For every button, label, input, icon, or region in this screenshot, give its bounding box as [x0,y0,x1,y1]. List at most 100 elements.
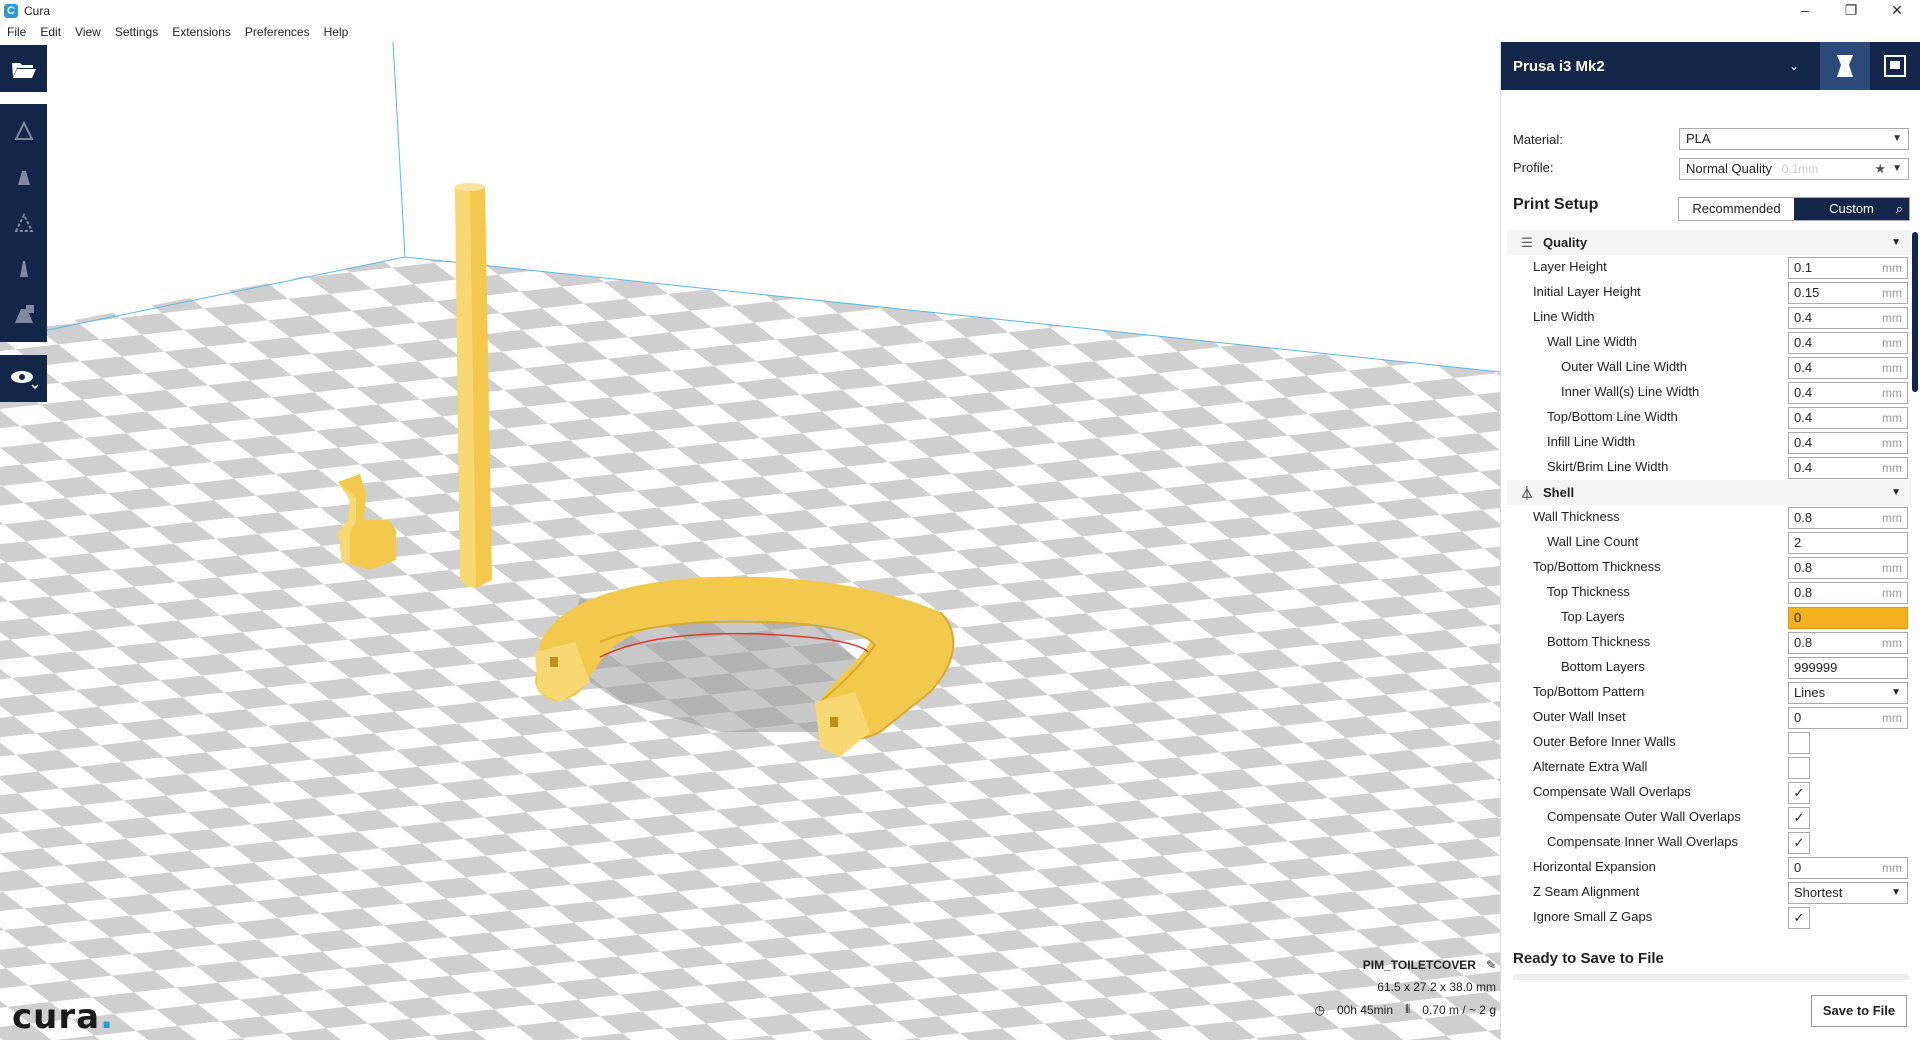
setting-row: Bottom Layers 999999 [1501,655,1911,680]
setting-row: Top Layers 0 [1501,605,1911,630]
menu-bar: File Edit View Settings Extensions Prefe… [0,22,1500,42]
settings-list: ☰ Quality ▼ Layer Height 0.1 mm Initial Lay… [1501,230,1911,934]
title-bar: C Cura – ❐ ✕ [0,0,1920,22]
cura-logo: cura. [12,997,114,1037]
setting-checkbox[interactable]: ✓ [1788,807,1810,829]
setting-label: Wall Line Count [1547,534,1639,549]
setting-input[interactable]: 0.4 mm [1788,407,1908,429]
setting-input[interactable]: 2 [1788,532,1908,554]
setting-label: Skirt/Brim Line Width [1547,459,1669,474]
setting-row: Wall Line Count 2 [1501,530,1911,555]
setting-checkbox[interactable] [1788,732,1810,754]
setting-input[interactable]: 0.8 mm [1788,632,1908,654]
settings-panel: Prusa i3 Mk2 ⌄ Material: PLA ▼ Profile: N… [1500,42,1920,1040]
setting-row: Bottom Thickness 0.8 mm [1501,630,1911,655]
material-usage: 0.70 m / ~ 2 g [1422,1002,1496,1017]
setting-checkbox[interactable] [1788,757,1810,779]
setting-input[interactable]: 0.4 mm [1788,382,1908,404]
menu-file[interactable]: File [0,25,33,39]
setting-label: Bottom Layers [1561,659,1645,674]
chevron-down-icon: ▼ [1891,687,1901,698]
setting-label: Top/Bottom Thickness [1533,559,1661,574]
setting-row: Top Thickness 0.8 mm [1501,580,1911,605]
move-icon [13,120,34,140]
setting-input[interactable]: 0.8 mm [1788,507,1908,529]
setting-label: Compensate Wall Overlaps [1533,784,1691,799]
edit-pencil-icon[interactable]: ✎ [1486,958,1496,972]
slice-progress-bar [1513,974,1909,980]
setting-label: Initial Layer Height [1533,284,1641,299]
model-pole[interactable] [455,183,492,587]
star-icon: ★ [1874,161,1886,176]
menu-extensions[interactable]: Extensions [165,25,238,39]
menu-help[interactable]: Help [317,25,356,39]
setting-input[interactable]: 0.1 mm [1788,257,1908,279]
setting-input[interactable]: 0.4 mm [1788,307,1908,329]
menu-preferences[interactable]: Preferences [238,25,317,39]
3d-viewport[interactable]: cura. [0,42,1500,1040]
profile-label: Profile: [1513,160,1554,175]
setting-label: Wall Thickness [1533,509,1620,524]
setting-label: Top Thickness [1547,584,1630,599]
setting-input[interactable]: 0.4 mm [1788,332,1908,354]
scale-tool-button[interactable] [10,163,38,191]
setting-row: Ignore Small Z Gaps ✓ [1501,905,1911,930]
setting-label: Top Layers [1561,609,1625,624]
open-file-button[interactable] [0,45,47,92]
setting-row: Inner Wall(s) Line Width 0.4 mm [1501,380,1911,405]
setting-label: Outer Before Inner Walls [1533,734,1676,749]
setting-label: Outer Wall Line Width [1561,359,1687,374]
close-button[interactable]: ✕ [1874,0,1920,22]
job-info: PIM_TOILETCOVER ✎ 61.5 x 27.2 x 38.0 mm ◷… [1314,958,1496,1017]
setting-select[interactable]: Lines ▼ [1788,682,1908,704]
setting-input[interactable]: 0 mm [1788,857,1908,879]
tab-recommended[interactable]: Recommended [1679,198,1794,220]
rotate-tool-button[interactable] [10,209,38,237]
mirror-tool-button[interactable] [10,255,38,283]
tab-custom[interactable]: Custom ⌕ [1794,198,1909,220]
menu-settings[interactable]: Settings [108,25,165,39]
menu-edit[interactable]: Edit [33,25,68,39]
spool-icon: ⦀ [1405,1002,1411,1016]
restore-button[interactable]: ❐ [1828,0,1874,22]
view-mode-button[interactable] [0,355,47,402]
setting-checkbox[interactable]: ✓ [1788,907,1810,929]
print-time: 00h 45min [1336,1002,1393,1017]
setting-input[interactable]: 0.8 mm [1788,582,1908,604]
setting-row: Z Seam Alignment Shortest ▼ [1501,880,1911,905]
setting-input[interactable]: 0.8 mm [1788,557,1908,579]
chevron-down-icon[interactable]: ⌄ [1782,59,1806,73]
save-to-file-button[interactable]: Save to File [1811,995,1907,1027]
setting-select[interactable]: Shortest ▼ [1788,882,1908,904]
setting-row: Top/Bottom Line Width 0.4 mm [1501,405,1911,430]
setting-row: Initial Layer Height 0.15 mm [1501,280,1911,305]
monitor-mode-button[interactable] [1870,42,1920,90]
setting-checkbox[interactable]: ✓ [1788,782,1810,804]
setting-input[interactable]: 0.4 mm [1788,457,1908,479]
menu-view[interactable]: View [68,25,108,39]
per-model-settings-icon [14,305,34,323]
material-select[interactable]: PLA ▼ [1679,128,1909,150]
setting-checkbox[interactable]: ✓ [1788,832,1810,854]
setting-input[interactable]: 0.15 mm [1788,282,1908,304]
category-shell[interactable]: ⏃ Shell ▼ [1507,480,1911,505]
setting-label: Alternate Extra Wall [1533,759,1648,774]
printer-selector[interactable]: Prusa i3 Mk2 [1513,58,1782,75]
per-model-settings-button[interactable] [10,301,38,329]
category-quality[interactable]: ☰ Quality ▼ [1507,230,1911,255]
minimize-button[interactable]: – [1782,0,1828,22]
profile-select[interactable]: Normal Quality 0.1mm ★ ▼ [1679,158,1909,180]
setting-input[interactable]: 0 [1788,607,1908,629]
move-tool-button[interactable] [10,117,38,145]
setting-label: Outer Wall Inset [1533,709,1626,724]
setting-input[interactable]: 0.4 mm [1788,432,1908,454]
cura-app-icon: C [4,4,18,18]
setting-input[interactable]: 0.4 mm [1788,357,1908,379]
prepare-mode-button[interactable] [1820,42,1870,90]
settings-scrollbar[interactable] [1912,232,1918,392]
setting-row: Layer Height 0.1 mm [1501,255,1911,280]
chevron-down-icon: ▼ [1892,133,1902,144]
setting-input[interactable]: 0 mm [1788,707,1908,729]
setting-input[interactable]: 999999 [1788,657,1908,679]
setting-row: Top/Bottom Thickness 0.8 mm [1501,555,1911,580]
